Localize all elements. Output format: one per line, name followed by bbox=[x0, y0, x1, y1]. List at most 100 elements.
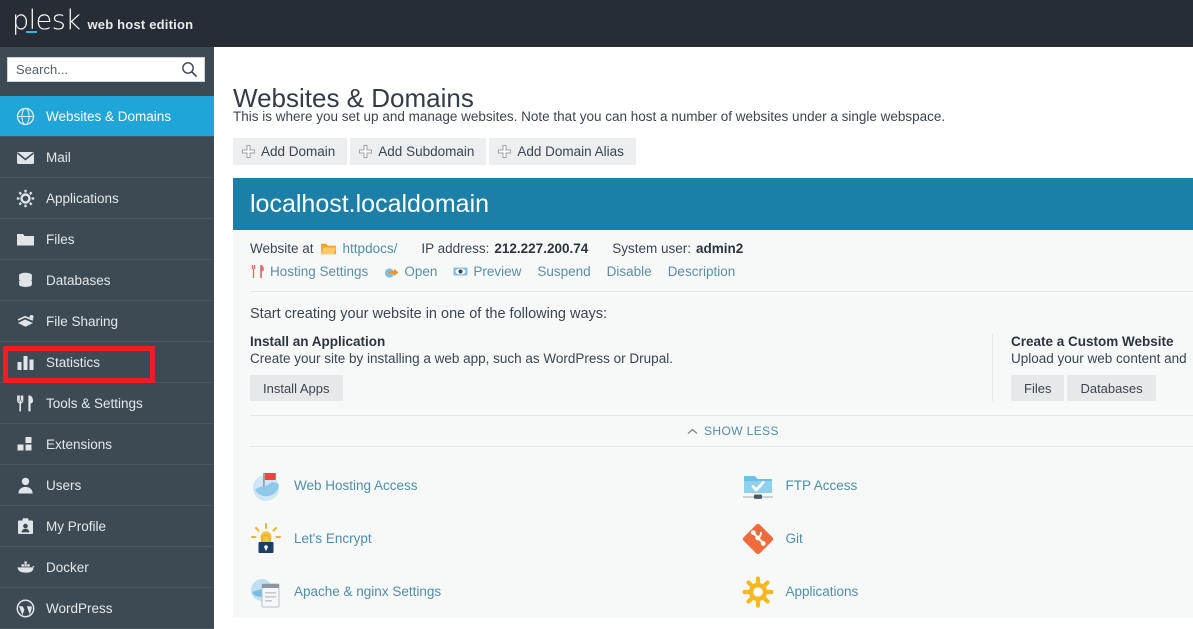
sidebar-item-users[interactable]: Users bbox=[0, 465, 214, 506]
quick-link-label: Web Hosting Access bbox=[294, 478, 418, 493]
sidebar-item-file-sharing[interactable]: File Sharing bbox=[0, 301, 214, 342]
logo-edition-label: web host edition bbox=[87, 17, 194, 32]
git-icon bbox=[742, 523, 773, 554]
domain-actions-row: Hosting Settings Open Preview Suspend Disabl… bbox=[233, 256, 1193, 279]
sidebar-item-label: Mail bbox=[46, 149, 71, 165]
show-less-toggle[interactable]: SHOW LESS bbox=[233, 416, 1193, 446]
sidebar-item-label: Applications bbox=[46, 190, 119, 206]
add-domain-button[interactable]: Add Domain bbox=[233, 138, 348, 165]
action-label: Description bbox=[667, 264, 736, 279]
way-install-application: Install an Application Create your site … bbox=[250, 334, 992, 401]
action-suspend[interactable]: Suspend bbox=[537, 264, 590, 279]
quick-link-ftp-access[interactable]: FTP Access bbox=[742, 459, 1193, 512]
sidebar-item-docker[interactable]: Docker bbox=[0, 547, 214, 588]
apache-nginx-icon bbox=[251, 578, 280, 607]
globe-icon bbox=[16, 107, 35, 125]
domain-panel-header: localhost.localdomain bbox=[233, 178, 1193, 230]
sidebar-item-label: Tools & Settings bbox=[46, 395, 143, 411]
quick-link-apache-nginx-settings[interactable]: Apache & nginx Settings bbox=[250, 565, 742, 618]
button-label: Add Domain Alias bbox=[517, 144, 624, 159]
web-hosting-access-icon bbox=[253, 472, 279, 501]
person-icon bbox=[18, 477, 33, 493]
sidebar-item-my-profile[interactable]: My Profile bbox=[0, 506, 214, 547]
add-subdomain-button[interactable]: Add Subdomain bbox=[350, 138, 487, 165]
search-input[interactable] bbox=[8, 58, 178, 81]
sidebar-item-files[interactable]: Files bbox=[0, 219, 214, 260]
folder-icon bbox=[320, 243, 336, 255]
sidebar-item-label: File Sharing bbox=[46, 313, 119, 329]
action-disable[interactable]: Disable bbox=[607, 264, 652, 279]
action-hosting-settings[interactable]: Hosting Settings bbox=[250, 264, 368, 279]
quick-link-label: Applications bbox=[785, 584, 859, 599]
install-apps-button[interactable]: Install Apps bbox=[250, 375, 343, 401]
quick-link-web-hosting-access[interactable]: Web Hosting Access bbox=[250, 459, 742, 512]
sidebar-item-statistics[interactable]: Statistics bbox=[0, 342, 214, 383]
action-label: Suspend bbox=[537, 264, 591, 279]
fork-knife-icon bbox=[17, 395, 33, 411]
quick-links-grid: Web Hosting Access Let's Encrypt Apache & … bbox=[233, 447, 1193, 618]
way-description: Create your site by installing a web app… bbox=[250, 351, 673, 366]
sidebar-item-websites-domains[interactable]: Websites & Domains bbox=[0, 96, 214, 137]
action-open[interactable]: Open bbox=[384, 264, 437, 279]
action-label: Open bbox=[404, 264, 438, 279]
sidebar-item-databases[interactable]: Databases bbox=[0, 260, 214, 301]
ip-address-value: 212.227.200.74 bbox=[494, 241, 589, 256]
httpdocs-link[interactable]: httpdocs/ bbox=[343, 241, 398, 256]
ip-address-label: IP address: bbox=[421, 241, 490, 256]
action-label: Hosting Settings bbox=[270, 264, 369, 279]
quick-link-git[interactable]: Git bbox=[742, 512, 1193, 565]
sidebar-item-extensions[interactable]: Extensions bbox=[0, 424, 214, 465]
eye-icon bbox=[453, 267, 468, 276]
page-description: This is where you set up and manage webs… bbox=[233, 109, 946, 124]
databases-button[interactable]: Databases bbox=[1067, 375, 1156, 401]
applications-gear-icon bbox=[741, 575, 774, 608]
way-buttons: Install Apps bbox=[250, 375, 992, 401]
creation-ways-row: Install an Application Create your site … bbox=[233, 322, 1193, 401]
sidebar-item-label: Websites & Domains bbox=[46, 108, 172, 124]
show-less-label: SHOW LESS bbox=[704, 424, 779, 438]
quick-links-column-left: Web Hosting Access Let's Encrypt Apache & … bbox=[250, 459, 742, 618]
sidebar: Websites & Domains Mail Applications Files D… bbox=[0, 47, 214, 629]
bar-chart-icon bbox=[17, 355, 34, 370]
way-description: Upload your web content and bbox=[1011, 351, 1187, 366]
docker-whale-icon bbox=[17, 560, 35, 573]
action-label: Preview bbox=[473, 264, 522, 279]
file-sharing-icon bbox=[17, 314, 34, 327]
action-preview[interactable]: Preview bbox=[453, 264, 521, 279]
domain-panel: localhost.localdomain Website at httpdoc… bbox=[233, 178, 1193, 618]
search-box[interactable] bbox=[7, 57, 205, 82]
envelope-icon bbox=[16, 151, 35, 164]
sidebar-item-mail[interactable]: Mail bbox=[0, 137, 214, 178]
domain-name: localhost.localdomain bbox=[250, 189, 490, 218]
search-icon[interactable] bbox=[181, 61, 198, 78]
system-user-value: admin2 bbox=[696, 241, 744, 256]
sidebar-item-label: Docker bbox=[46, 559, 89, 575]
open-arrow-icon bbox=[385, 268, 399, 278]
sidebar-item-label: My Profile bbox=[46, 518, 107, 534]
way-buttons: Files Databases bbox=[1011, 375, 1193, 401]
quick-link-label: Let's Encrypt bbox=[294, 531, 372, 546]
ftp-access-icon bbox=[742, 475, 773, 499]
add-domain-alias-button[interactable]: Add Domain Alias bbox=[489, 138, 636, 165]
sidebar-item-applications[interactable]: Applications bbox=[0, 178, 214, 219]
sidebar-item-tools-settings[interactable]: Tools & Settings bbox=[0, 383, 214, 424]
quick-link-let-s-encrypt[interactable]: Let's Encrypt bbox=[250, 512, 742, 565]
action-label: Disable bbox=[606, 264, 652, 279]
plus-icon bbox=[242, 145, 255, 158]
start-creating-text: Start creating your website in one of th… bbox=[250, 306, 608, 322]
sidebar-nav: Websites & Domains Mail Applications Files D… bbox=[0, 96, 214, 629]
main-content: Websites & Domains This is where you set… bbox=[214, 47, 1193, 629]
plus-icon bbox=[498, 145, 512, 158]
button-label: Add Subdomain bbox=[378, 144, 475, 159]
sidebar-item-wordpress[interactable]: WordPress bbox=[0, 588, 214, 629]
way-title: Create a Custom Website bbox=[1011, 334, 1174, 349]
quick-link-applications[interactable]: Applications bbox=[741, 565, 1193, 618]
sidebar-item-label: Files bbox=[46, 231, 75, 247]
database-icon bbox=[19, 272, 32, 287]
chevron-up-icon[interactable] bbox=[687, 428, 698, 435]
files-button[interactable]: Files bbox=[1011, 375, 1065, 401]
action-description[interactable]: Description bbox=[668, 264, 736, 279]
vertical-divider bbox=[992, 334, 993, 401]
domain-panel-body: Website at httpdocs/ IP address: 212.227… bbox=[233, 230, 1193, 618]
domain-info-row: Website at httpdocs/ IP address: 212.227… bbox=[233, 230, 1193, 256]
